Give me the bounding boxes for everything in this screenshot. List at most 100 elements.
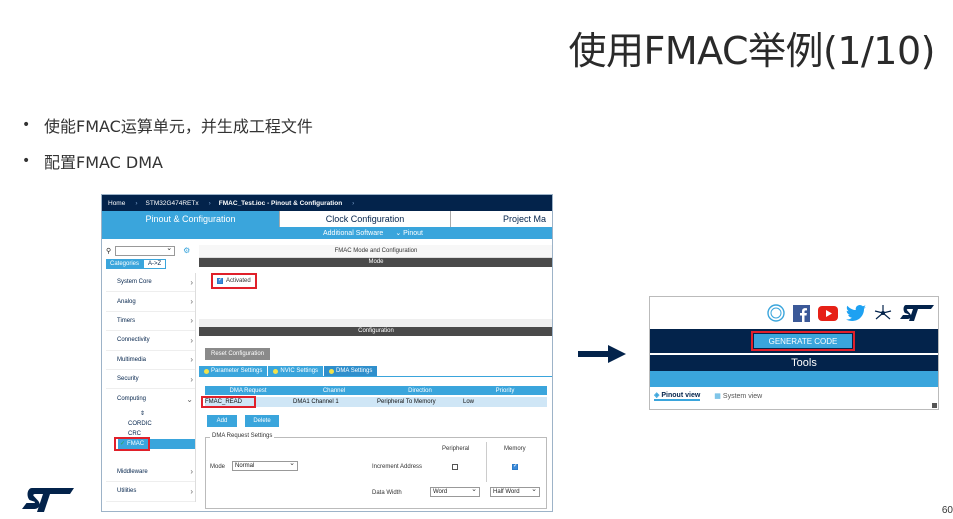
gear-icon[interactable]: ⚙ <box>183 246 190 255</box>
checkbox-checked-icon <box>217 276 223 284</box>
configuration-area: Reset Configuration Parameter Settings N… <box>199 336 552 511</box>
tab-a-z[interactable]: A->Z <box>143 259 167 269</box>
memory-column-label: Memory <box>504 446 526 452</box>
chevron-right-icon: › <box>190 277 193 287</box>
peripheral-column-label: Peripheral <box>442 446 470 452</box>
activated-checkbox[interactable]: Activated <box>211 273 257 289</box>
breadcrumb-project[interactable]: FMAC_Test.ioc - Pinout & Configuration <box>213 200 350 207</box>
chevron-right-icon: › <box>190 467 193 477</box>
category-panel: ⚲ ⚙ Categories A->Z System Core› Analog›… <box>106 244 196 510</box>
computing-sublist: ⇕ CORDIC CRC ✓ FMAC <box>106 409 195 451</box>
column-header: DMA Request <box>229 387 267 394</box>
grid-icon: ▦ <box>714 393 721 400</box>
chevron-right-icon: › <box>190 335 193 345</box>
peripheral-increment-checkbox[interactable] <box>452 464 458 470</box>
toolbar-area: GENERATE CODE <box>650 329 938 353</box>
table-cell: Low <box>463 399 475 405</box>
peripheral-cordic[interactable]: CORDIC <box>128 419 195 429</box>
table-row[interactable]: FMAC_READ DMA1 Channel 1 Peripheral To M… <box>201 396 547 408</box>
column-divider <box>486 442 487 482</box>
status-dot-icon <box>273 368 279 374</box>
tab-nvic-settings[interactable]: NVIC Settings <box>268 366 324 376</box>
subtab-pinout[interactable]: ⌄ Pinout <box>395 229 423 237</box>
fieldset-legend: DMA Request Settings <box>210 433 275 439</box>
twitter-icon[interactable] <box>846 305 866 321</box>
parameter-tabs: Parameter Settings NVIC Settings DMA Set… <box>199 366 378 376</box>
tools-bar <box>650 371 938 387</box>
mode-config-title: FMAC Mode and Configuration <box>199 245 552 258</box>
column-header: Priority <box>495 387 515 394</box>
memory-increment-checkbox[interactable] <box>512 462 518 470</box>
youtube-icon[interactable] <box>818 305 838 321</box>
tab-dma-settings[interactable]: DMA Settings <box>324 366 378 376</box>
breadcrumb: Home › STM32G474RETx › FMAC_Test.ioc - Pin… <box>102 195 552 211</box>
delete-button[interactable]: Delete <box>245 415 279 427</box>
generate-code-screenshot: GENERATE CODE Tools ◈ Pinout view ▦ System… <box>649 296 939 410</box>
social-icons <box>650 297 938 329</box>
status-dot-icon <box>204 368 209 374</box>
category-item[interactable]: Timers › <box>106 312 195 332</box>
mode-select[interactable]: Normal <box>232 459 298 471</box>
chevron-right-icon: › <box>190 297 193 307</box>
resize-handle[interactable] <box>932 403 937 408</box>
memory-width-select[interactable]: Half Word <box>490 485 540 497</box>
tab-pinout-view[interactable]: ◈ Pinout view <box>654 391 701 401</box>
table-cell: Peripheral To Memory <box>377 399 436 405</box>
column-header: Direction <box>408 387 432 394</box>
tab-parameter-settings[interactable]: Parameter Settings <box>199 366 268 376</box>
facebook-icon[interactable] <box>793 304 810 322</box>
search-icon: ⚲ <box>106 247 112 255</box>
category-item[interactable]: System Core › <box>106 273 195 293</box>
divider <box>199 319 552 327</box>
add-button[interactable]: Add <box>207 415 237 427</box>
category-item-computing[interactable]: Computing ⌄ <box>106 389 195 408</box>
bullet-text: 配置FMAC DMA <box>44 153 164 172</box>
status-dot-icon <box>329 368 335 374</box>
peripheral-width-select[interactable]: Word <box>430 485 480 497</box>
category-item[interactable]: Middleware › <box>106 463 195 483</box>
sort-icon[interactable]: ⇕ <box>128 409 195 419</box>
chevron-right-icon: › <box>190 374 193 384</box>
chevron-down-icon: ⌄ <box>395 230 404 237</box>
data-width-label: Data Width <box>372 490 402 496</box>
chip-icon: ◈ <box>654 392 660 399</box>
category-item[interactable]: Analog › <box>106 292 195 312</box>
peripheral-fmac[interactable]: ✓ FMAC <box>114 436 195 451</box>
category-item[interactable]: Connectivity › <box>106 331 195 351</box>
search-input[interactable] <box>115 244 176 256</box>
tab-project-manager[interactable]: Project Ma <box>450 211 552 227</box>
generate-code-button[interactable]: GENERATE CODE <box>751 331 855 351</box>
increment-address-label: Increment Address <box>372 464 423 470</box>
tools-tab[interactable]: Tools <box>650 353 938 371</box>
arrow-right-icon <box>578 345 626 363</box>
table-cell: DMA1 Channel 1 <box>293 399 339 405</box>
reset-configuration-button[interactable]: Reset Configuration <box>205 348 271 360</box>
chevron-right-icon: › <box>190 486 193 496</box>
bullet-list: • 使能FMAC运算单元，并生成工程文件 • 配置FMAC DMA <box>22 114 313 186</box>
category-item[interactable]: Multimedia › <box>106 351 195 370</box>
category-item[interactable]: Utilities › <box>106 482 195 502</box>
tab-categories[interactable]: Categories <box>106 259 144 269</box>
column-header: Channel <box>322 387 346 394</box>
slide-title: 使用FMAC举例(1/10) <box>568 29 936 73</box>
st-logo-icon <box>900 305 934 321</box>
breadcrumb-mcu[interactable]: STM32G474RETx <box>140 200 207 207</box>
mode-bar: Mode <box>199 258 552 267</box>
view-tabs: ◈ Pinout view ▦ System view <box>650 389 938 403</box>
tab-clock-configuration[interactable]: Clock Configuration <box>279 211 450 227</box>
chevron-right-icon: › <box>190 355 193 365</box>
category-list: System Core › Analog › Timers › Connectivit… <box>106 273 196 502</box>
table-cell: FMAC_READ <box>201 396 291 408</box>
subtab-additional-software[interactable]: Additional Software <box>323 230 383 237</box>
bullet-item: • 配置FMAC DMA <box>22 150 313 172</box>
main-tabs: Pinout & Configuration Clock Configurati… <box>102 211 552 227</box>
network-icon[interactable] <box>874 304 892 322</box>
category-tabs: Categories A->Z <box>106 259 196 269</box>
tab-system-view[interactable]: ▦ System view <box>714 392 762 401</box>
breadcrumb-home[interactable]: Home <box>102 200 133 207</box>
mode-label: Mode <box>210 464 226 470</box>
tab-pinout-configuration[interactable]: Pinout & Configuration <box>102 211 279 227</box>
category-item[interactable]: Security › <box>106 370 195 390</box>
check-icon: ✓ <box>120 440 126 447</box>
anniversary-badge-icon[interactable] <box>767 304 785 322</box>
